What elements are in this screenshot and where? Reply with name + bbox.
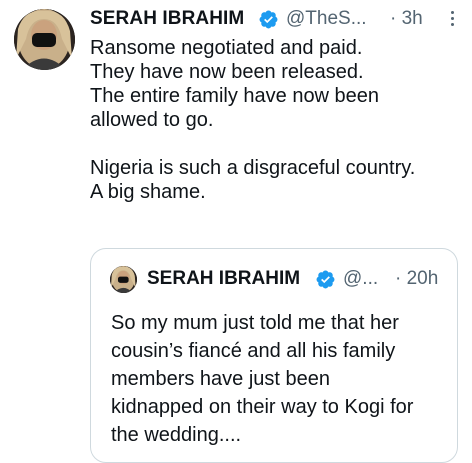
- tweet-text-line: They have now been released.: [90, 61, 364, 83]
- author-handle[interactable]: @TheS...: [286, 7, 367, 31]
- more-options-icon[interactable]: [444, 11, 460, 29]
- quoted-text-line: So my mum just told me that her: [111, 312, 399, 334]
- quoted-avatar-image: [110, 266, 137, 293]
- quoted-avatar[interactable]: [110, 266, 137, 293]
- tweet-text-line: Ransome negotiated and paid.: [90, 37, 363, 59]
- verified-badge-icon: [316, 270, 335, 289]
- quoted-text-line: cousin’s fiancé and all his family: [111, 340, 396, 362]
- tweet[interactable]: SERAH IBRAHIM @TheS... · 3h Ransome nego…: [0, 0, 472, 463]
- tweet-text-line: The entire family have now been: [90, 85, 380, 107]
- quoted-tweet[interactable]: SERAH IBRAHIM @... · 20h So my mum just …: [90, 248, 458, 463]
- tweet-text-line: A big shame.: [90, 181, 206, 203]
- quoted-text-line: members have just been: [111, 368, 331, 390]
- author-name[interactable]: SERAH IBRAHIM: [90, 7, 244, 31]
- tweet-text-line: allowed to go.: [90, 109, 214, 131]
- quoted-author-handle[interactable]: @...: [343, 267, 378, 291]
- quoted-tweet-timestamp[interactable]: · 20h: [395, 267, 438, 291]
- tweet-header: SERAH IBRAHIM @TheS... · 3h: [90, 7, 462, 31]
- tweet-text: Ransome negotiated and paid. They have n…: [90, 36, 462, 204]
- tweet-timestamp[interactable]: · 3h: [390, 7, 423, 31]
- tweet-text-line: [90, 132, 462, 156]
- avatar-image: [14, 9, 75, 70]
- quoted-tweet-header: SERAH IBRAHIM @... · 20h: [147, 267, 447, 291]
- quoted-author-name[interactable]: SERAH IBRAHIM: [147, 267, 300, 291]
- quoted-tweet-text: So my mum just told me that her cousin’s…: [111, 309, 451, 449]
- verified-badge-icon: [259, 10, 278, 29]
- avatar[interactable]: [14, 9, 75, 70]
- quoted-text-line: the wedding....: [111, 424, 242, 446]
- quoted-text-line: kidnapped on their way to Kogi for: [111, 396, 414, 418]
- tweet-text-line: Nigeria is such a disgraceful country.: [90, 157, 416, 179]
